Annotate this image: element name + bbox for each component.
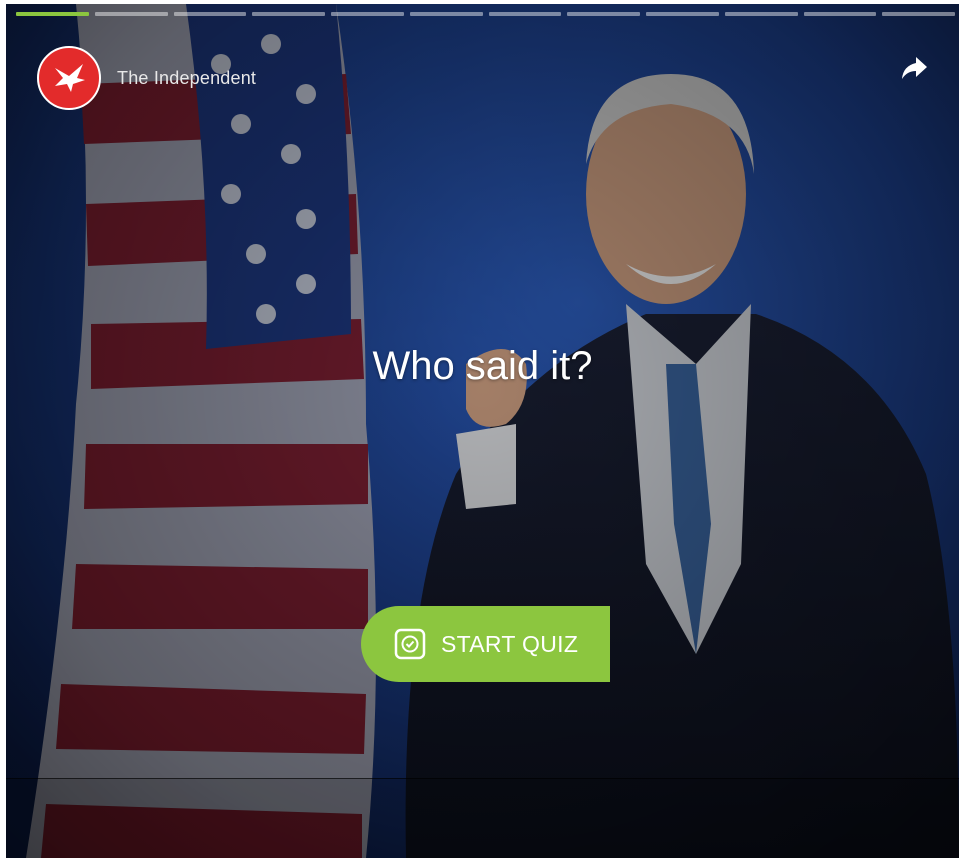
progress-segment[interactable] (331, 12, 404, 16)
progress-segment[interactable] (173, 12, 247, 16)
progress-segment[interactable] (882, 12, 955, 16)
web-story-frame: The Independent Who said it? START QUIZ (6, 4, 959, 858)
start-quiz-button[interactable]: START QUIZ (361, 606, 610, 682)
eagle-logo-icon[interactable] (37, 46, 101, 110)
progress-segment[interactable] (409, 12, 483, 16)
dark-overlay (6, 4, 959, 858)
start-quiz-label: START QUIZ (441, 630, 579, 657)
quiz-check-icon (394, 628, 426, 660)
bottom-preview-strip (6, 779, 959, 858)
progress-segment[interactable] (252, 12, 325, 16)
publisher-name[interactable]: The Independent (117, 68, 256, 89)
progress-segment[interactable] (94, 12, 168, 16)
story-progress-bar (16, 12, 955, 16)
progress-segment-active[interactable] (16, 12, 89, 16)
progress-segment[interactable] (803, 12, 877, 16)
progress-segment[interactable] (724, 12, 798, 16)
progress-segment[interactable] (646, 12, 719, 16)
progress-segment[interactable] (567, 12, 640, 16)
publisher-header: The Independent (37, 46, 256, 110)
story-title: Who said it? (372, 344, 593, 388)
progress-segment[interactable] (488, 12, 562, 16)
share-arrow-icon[interactable] (899, 54, 929, 82)
